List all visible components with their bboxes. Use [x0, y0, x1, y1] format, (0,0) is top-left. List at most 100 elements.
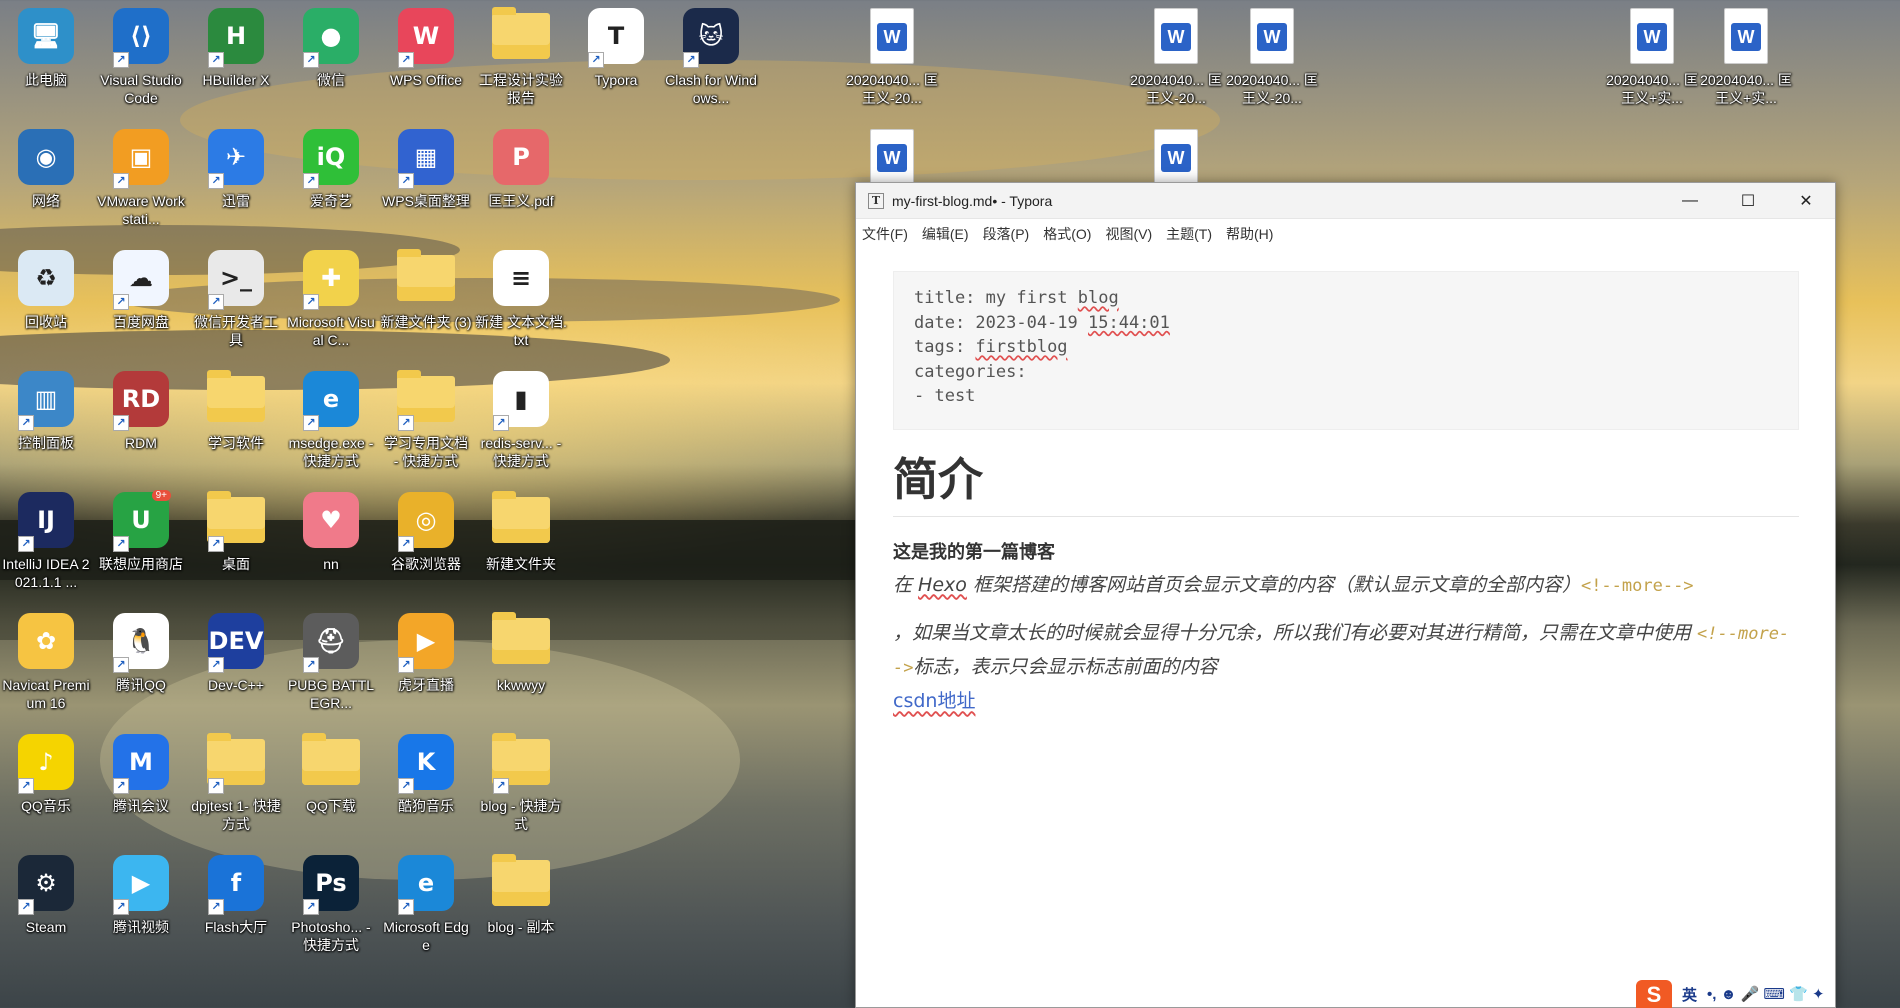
monitor-icon: 🖥: [14, 4, 78, 68]
desktop-icon-qq-download[interactable]: QQ下载: [285, 726, 377, 846]
bold-paragraph[interactable]: 这是我的第一篇博客: [893, 537, 1799, 569]
desktop-icon-huya[interactable]: ▶ ↗ 虎牙直播: [380, 605, 472, 725]
vmware-icon: ▣ ↗: [109, 125, 173, 189]
word-doc-icon: W: [860, 4, 924, 68]
desktop-icon-nn[interactable]: ♥ nn: [285, 484, 377, 604]
desktop-icon-hbuilder[interactable]: H ↗ HBuilder X: [190, 0, 282, 120]
desktop-icon-edge[interactable]: e ↗ Microsoft Edge: [380, 847, 472, 967]
desktop-icon-msedge-exe[interactable]: e ↗ msedge.exe - 快捷方式: [285, 363, 377, 483]
desktop-icon-baidu-pan[interactable]: ☁ ↗ 百度网盘: [95, 242, 187, 362]
fm-categories: categories:: [914, 361, 1027, 382]
maximize-button[interactable]: ☐: [1719, 183, 1777, 219]
desktop-icon-iqiyi[interactable]: iQ ↗ 爱奇艺: [285, 121, 377, 241]
menu-file[interactable]: 文件(F): [862, 224, 916, 244]
desktop-icon-w3[interactable]: W 20204040... 匡王义-20...: [1226, 0, 1318, 120]
desktop-icon-chrome[interactable]: ◎ ↗ 谷歌浏览器: [380, 484, 472, 604]
wechat-icon: ● ↗: [299, 4, 363, 68]
desktop-icon-study-docs[interactable]: ↗ 学习专用文档 - 快捷方式: [380, 363, 472, 483]
shortcut-arrow-icon: ↗: [208, 52, 224, 68]
desktop-icon-redis[interactable]: ▮ ↗ redis-serv... - 快捷方式: [475, 363, 567, 483]
desktop-icon-new-folder-3[interactable]: 新建文件夹 (3): [380, 242, 472, 362]
menu-format[interactable]: 格式(O): [1043, 224, 1099, 244]
desktop-icon-tencent-video[interactable]: ▶ ↗ 腾讯视频: [95, 847, 187, 967]
desktop-icon-recycle[interactable]: ♻ 回收站: [0, 242, 92, 362]
desktop-icon-rdm[interactable]: RD ↗ RDM: [95, 363, 187, 483]
xunlei-bird-icon: ✈ ↗: [204, 125, 268, 189]
desktop-icon-blog-shortcut[interactable]: ↗ blog - 快捷方式: [475, 726, 567, 846]
desktop-icon-qqmusic[interactable]: ♪ ↗ QQ音乐: [0, 726, 92, 846]
desktop-icon-photoshop[interactable]: Ps ↗ Photosho... - 快捷方式: [285, 847, 377, 967]
desktop-icon-typora[interactable]: T ↗ Typora: [570, 0, 662, 120]
shortcut-arrow-icon: ↗: [18, 536, 34, 552]
front-matter-block[interactable]: title: my first blog date: 2023-04-19 15…: [893, 271, 1799, 430]
menu-paragraph[interactable]: 段落(P): [983, 224, 1038, 244]
desktop-icon-clash[interactable]: 🐱 ↗ Clash for Windows...: [665, 0, 757, 120]
typora-window[interactable]: T my-first-blog.md• - Typora — ☐ ✕ 文件(F)…: [855, 182, 1836, 1008]
desktop-icon-vscode[interactable]: ⟨⟩ ↗ Visual Studio Code: [95, 0, 187, 120]
italic-paragraph-1[interactable]: 在 Hexo 框架搭建的博客网站首页会显示文章的内容（默认显示文章的全部内容）<…: [893, 569, 1799, 603]
desktop-icon-blog-copy[interactable]: blog - 副本: [475, 847, 567, 967]
desktop-icon-control-panel[interactable]: ▥ ↗ 控制面板: [0, 363, 92, 483]
italic-paragraph-2[interactable]: ，如果当文章太长的时候就会显得十分冗余，所以我们有必要对其进行精简，只需在文章中…: [893, 617, 1799, 685]
desktop-icon-xunlei[interactable]: ✈ ↗ 迅雷: [190, 121, 282, 241]
desktop-icon-desktop-folder[interactable]: ↗ 桌面: [190, 484, 282, 604]
menu-view[interactable]: 视图(V): [1105, 224, 1160, 244]
desktop-icon-msvc[interactable]: ✚ ↗ Microsoft Visual C...: [285, 242, 377, 362]
kugou-icon: K ↗: [394, 730, 458, 794]
desktop-icon-new-txt[interactable]: ≡ 新建 文本文档.txt: [475, 242, 567, 362]
edge-icon: e ↗: [299, 367, 363, 431]
desktop-icon-wechat[interactable]: ● ↗ 微信: [285, 0, 377, 120]
desktop-icon-label: PUBG BATTLEGR...: [287, 677, 375, 711]
desktop-icon-pdf[interactable]: P 匡王义.pdf: [475, 121, 567, 241]
desktop-icon-pubg[interactable]: ⛑ ↗ PUBG BATTLEGR...: [285, 605, 377, 725]
desktop-icon-w1[interactable]: W 20204040... 匡王义-20...: [846, 0, 938, 120]
shortcut-arrow-icon: ↗: [113, 778, 129, 794]
desktop-icon-wx-dev[interactable]: >_ ↗ 微信开发者工具: [190, 242, 282, 362]
menu-help[interactable]: 帮助(H): [1226, 224, 1281, 244]
shortcut-arrow-icon: ↗: [208, 899, 224, 915]
desktop-icon-w2[interactable]: W 20204040... 匡王义-20...: [1130, 0, 1222, 120]
csdn-link[interactable]: csdn地址: [893, 690, 975, 712]
desktop-icon-navicat[interactable]: ✿ Navicat Premium 16: [0, 605, 92, 725]
desktop-icon-wps[interactable]: W ↗ WPS Office: [380, 0, 472, 120]
shortcut-arrow-icon: ↗: [113, 52, 129, 68]
desktop-icon-w4[interactable]: W 20204040... 匡王义+实...: [1606, 0, 1698, 120]
desktop-icon-steam[interactable]: ⚙ ↗ Steam: [0, 847, 92, 967]
desktop-icon-flash[interactable]: f ↗ Flash大厅: [190, 847, 282, 967]
desktop-icon-qq[interactable]: 🐧 ↗ 腾讯QQ: [95, 605, 187, 725]
ime-language-toggle[interactable]: 英: [1682, 984, 1697, 1005]
desktop-icon-w5[interactable]: W 20204040... 匡王义+实...: [1700, 0, 1792, 120]
tray-icons[interactable]: •, ☻ 🎤 ⌨ 👕 ✦: [1707, 985, 1825, 1003]
heading-intro[interactable]: 简介: [893, 450, 1799, 517]
menu-edit[interactable]: 编辑(E): [922, 224, 977, 244]
desktop-icon-vmware[interactable]: ▣ ↗ VMware Workstati...: [95, 121, 187, 241]
desktop-icon-label: Navicat Premium 16: [2, 677, 90, 711]
desktop-icon-wps-desk[interactable]: ▦ ↗ WPS桌面整理: [380, 121, 472, 241]
title-bar[interactable]: T my-first-blog.md• - Typora — ☐ ✕: [856, 183, 1835, 219]
desktop-icon-kugou[interactable]: K ↗ 酷狗音乐: [380, 726, 472, 846]
desktop-icon-eng-design[interactable]: 工程设计实验报告: [475, 0, 567, 120]
desktop-icon-idea[interactable]: IJ ↗ IntelliJ IDEA 2021.1.1 ...: [0, 484, 92, 604]
pdf-file-icon: P: [489, 125, 553, 189]
menu-theme[interactable]: 主题(T): [1166, 224, 1220, 244]
sogou-ime-icon[interactable]: S: [1636, 980, 1672, 1008]
desktop-icon-kkwwyy[interactable]: kkwwyy: [475, 605, 567, 725]
desktop-icon-this-pc[interactable]: 🖥 此电脑: [0, 0, 92, 120]
baidu-netdisk-icon: ☁ ↗: [109, 246, 173, 310]
visual-c-icon: ✚ ↗: [299, 246, 363, 310]
desktop-icon-dpjtest[interactable]: ↗ dpjtest 1- 快捷方式: [190, 726, 282, 846]
clash-cat-icon: 🐱 ↗: [679, 4, 743, 68]
desktop-icon-lenovo-store[interactable]: U ↗ 9+ 联想应用商店: [95, 484, 187, 604]
desktop-icon-tencent-meeting[interactable]: M ↗ 腾讯会议: [95, 726, 187, 846]
word-doc-icon: W: [860, 125, 924, 189]
desktop-icon-network[interactable]: ◉ 网络: [0, 121, 92, 241]
shortcut-arrow-icon: ↗: [208, 778, 224, 794]
close-button[interactable]: ✕: [1777, 183, 1835, 219]
desktop-icon-new-folder[interactable]: 新建文件夹: [475, 484, 567, 604]
desktop-icon-devcpp[interactable]: DEV ↗ Dev-C++: [190, 605, 282, 725]
desktop-icon-study-soft[interactable]: 学习软件: [190, 363, 282, 483]
desktop-icon-label: msedge.exe - 快捷方式: [288, 435, 374, 469]
minimize-button[interactable]: —: [1661, 183, 1719, 219]
shortcut-arrow-icon: ↗: [398, 415, 414, 431]
editor-area[interactable]: title: my first blog date: 2023-04-19 15…: [856, 249, 1835, 717]
